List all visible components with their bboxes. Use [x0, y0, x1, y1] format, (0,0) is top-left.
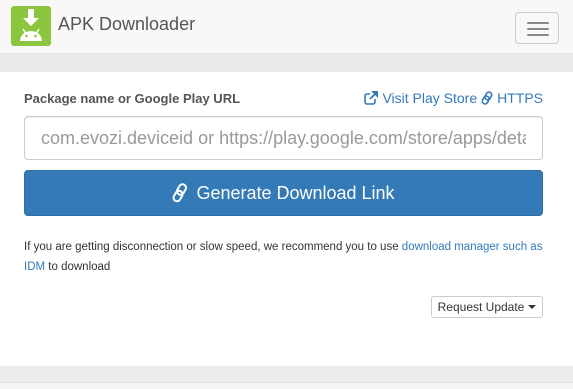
https-link[interactable]: HTTPS [481, 90, 543, 106]
generate-button-label: Generate Download Link [196, 182, 395, 203]
visit-play-store-label: Visit Play Store [382, 90, 478, 106]
caret-down-icon [528, 305, 537, 309]
android-download-icon[interactable] [11, 6, 51, 46]
navbar: APK Downloader [0, 0, 573, 54]
link-icon [481, 91, 493, 105]
speed-note: If you are getting disconnection or slow… [24, 237, 549, 277]
package-input[interactable] [24, 116, 543, 160]
note-text-before: If you are getting disconnection or slow… [24, 241, 402, 253]
generate-download-link-button[interactable]: Generate Download Link [24, 170, 543, 216]
request-update-button[interactable]: Request Update [431, 296, 543, 318]
request-update-label: Request Update [437, 300, 525, 314]
hamburger-menu-button[interactable] [515, 12, 559, 44]
hamburger-menu-icon [527, 22, 549, 24]
https-label: HTTPS [497, 90, 543, 106]
external-link-icon [364, 91, 379, 105]
footer-edge [0, 382, 573, 389]
visit-play-store-link[interactable]: Visit Play Store [364, 90, 477, 106]
note-text-after: to download [45, 261, 111, 273]
header-band [0, 54, 573, 72]
link-icon [172, 183, 188, 203]
package-field-label: Package name or Google Play URL [24, 91, 241, 106]
brand-title[interactable]: APK Downloader [58, 14, 195, 35]
header-links: Visit Play Store HTTPS [364, 90, 543, 106]
